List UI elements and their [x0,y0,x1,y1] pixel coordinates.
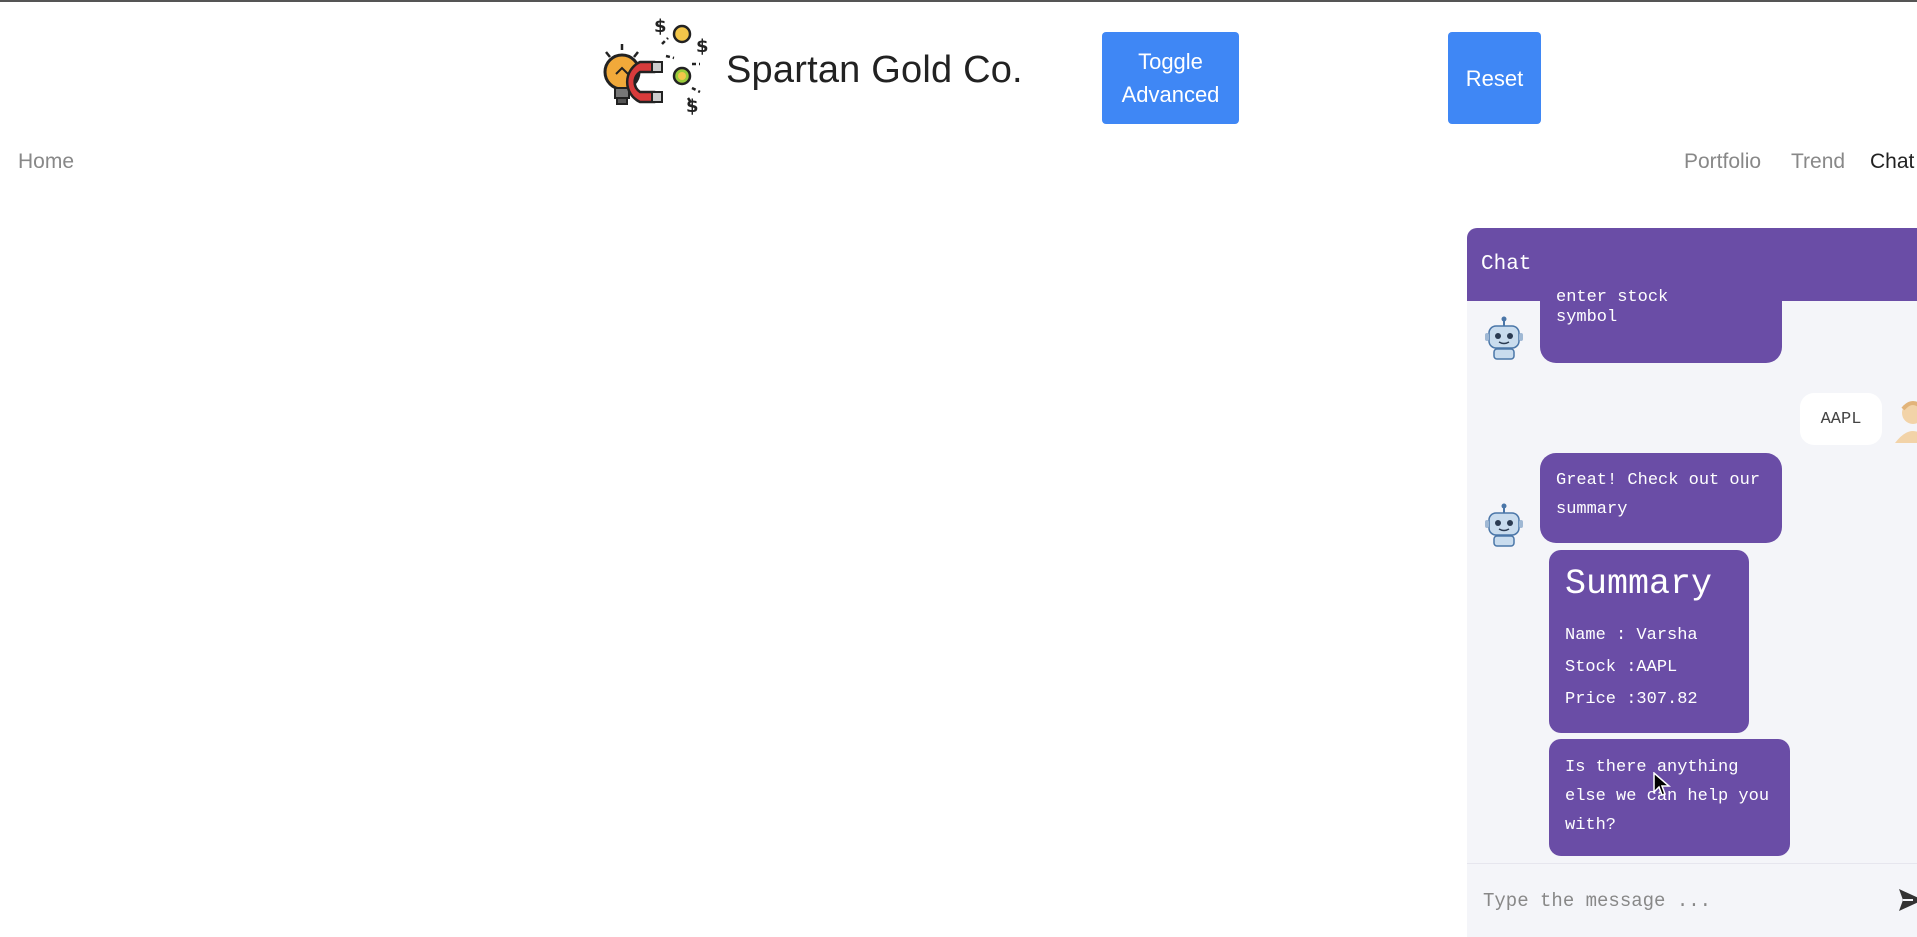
nav-chat-link[interactable]: Chat [1870,150,1914,174]
bot-message: Great! Check out our summary [1540,453,1782,543]
message-text: symbol [1556,308,1618,327]
message-text: AAPL [1820,409,1862,429]
summary-price: Price :307.82 [1565,690,1698,709]
summary-title: Summary [1565,564,1713,604]
toggle-advanced-button[interactable]: Toggle Advanced [1102,32,1239,124]
chat-input-row [1467,863,1917,937]
nav-portfolio-link[interactable]: Portfolio [1684,150,1761,174]
top-border-line [0,0,1917,2]
user-avatar-icon [1895,401,1917,443]
nav-trend-link[interactable]: Trend [1791,150,1845,174]
robot-icon [1485,316,1523,360]
reset-button[interactable]: Reset [1448,32,1541,124]
brand-title: Spartan Gold Co. [726,48,1023,91]
message-text-partial: enter stock [1556,288,1669,303]
chat-messages[interactable]: enter stock symbol AAPL Great! Check out… [1467,287,1917,863]
summary-name: Name : Varsha [1565,626,1698,645]
summary-stock: Stock :AAPL [1565,658,1678,677]
svg-text:$: $ [696,36,709,57]
chat-message-input[interactable] [1481,880,1885,922]
nav-home-link[interactable]: Home [18,150,74,174]
send-arrow-icon[interactable] [1897,886,1917,914]
robot-icon [1485,503,1523,547]
message-text: Great! Check out our summary [1556,471,1761,519]
bot-message: enter stock symbol [1540,287,1782,363]
chat-panel: Chat enter stock symbol AAPL Great! Chec… [1467,228,1917,937]
brand-logo-icon: $ $ $ [603,16,709,117]
user-message: AAPL [1800,393,1882,445]
chat-title: Chat [1481,253,1532,276]
summary-card: Summary Name : Varsha Stock :AAPL Price … [1549,550,1749,733]
mouse-cursor-icon [1653,772,1671,796]
brand: $ $ $ Spartan Gold Co. [600,14,1023,126]
svg-text:$: $ [654,16,667,37]
